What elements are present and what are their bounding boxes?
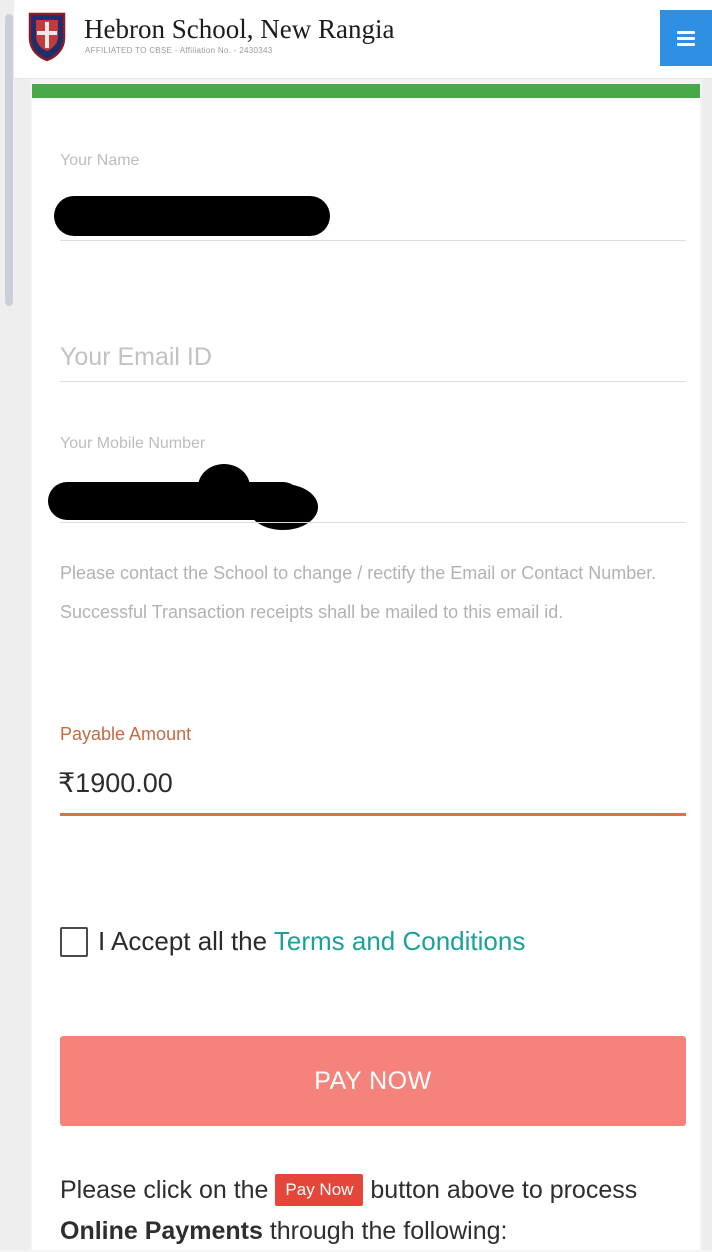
payment-info-text: Please click on the Pay Now button above… (60, 1170, 700, 1252)
info-middle: button above to process (370, 1176, 638, 1204)
email-underline (60, 381, 686, 382)
terms-checkbox[interactable] (60, 926, 88, 957)
mobile-label: Your Mobile Number (60, 435, 206, 452)
mobile-redacted-field[interactable] (48, 464, 318, 530)
payment-form-card: Your Name Your Mobile Number Please cont… (32, 84, 700, 1250)
scrollbar[interactable] (5, 14, 13, 306)
info-prefix: Please click on the (60, 1176, 269, 1204)
affiliation-text: AFFILIATED TO CBSE - Affiliation No. - 2… (85, 46, 273, 55)
info-bold: Online Payments (60, 1217, 263, 1245)
school-crest-icon[interactable] (28, 12, 66, 62)
payable-amount-value[interactable]: ₹1900.00 (58, 768, 173, 799)
site-header: Hebron School, New Rangia AFFILIATED TO … (14, 0, 712, 79)
pay-now-button[interactable]: PAY NOW (60, 1036, 686, 1126)
payable-amount-label: Payable Amount (60, 724, 192, 744)
info-suffix: through the following: (269, 1217, 508, 1245)
contact-helper-text: Please contact the School to change / re… (60, 563, 657, 622)
terms-link[interactable]: Terms and Conditions (274, 926, 525, 956)
name-redacted-field[interactable] (54, 196, 330, 236)
mobile-underline (60, 522, 686, 523)
terms-prefix: I Accept all the (98, 926, 268, 956)
name-label: Your Name (60, 152, 140, 169)
email-field[interactable] (60, 334, 686, 380)
pay-now-badge: Pay Now (275, 1174, 364, 1206)
hamburger-icon (677, 28, 695, 49)
terms-row: I Accept all the Terms and Conditions (60, 926, 525, 957)
school-name[interactable]: Hebron School, New Rangia (84, 14, 394, 45)
accent-bar (32, 84, 700, 98)
name-underline (60, 240, 686, 241)
menu-button[interactable] (660, 10, 712, 66)
payable-amount-underline (60, 813, 686, 816)
right-browser-edge (702, 0, 712, 1250)
